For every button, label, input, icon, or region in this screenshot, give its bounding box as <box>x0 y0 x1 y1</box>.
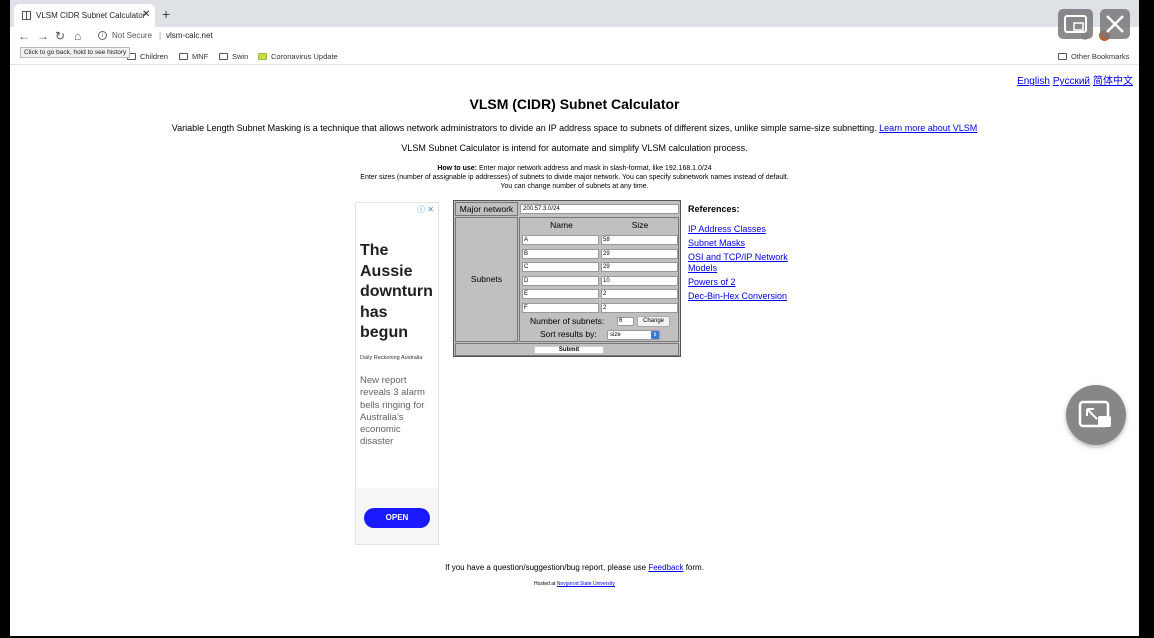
number-of-subnets-input[interactable]: 6 <box>617 317 634 326</box>
folder-icon <box>179 53 188 60</box>
page-title: VLSM (CIDR) Subnet Calculator <box>469 96 680 112</box>
subnet-size-input[interactable]: 29 <box>601 248 678 259</box>
folder-icon <box>219 53 228 60</box>
sort-select[interactable]: size ⇕ <box>607 330 660 340</box>
subnet-size-input[interactable]: 2 <box>601 289 678 299</box>
ad-open-button[interactable]: OPEN <box>364 508 430 528</box>
subnet-row: E2 <box>522 288 678 300</box>
intro-text-2: VLSM Subnet Calculator is intend for aut… <box>401 143 748 153</box>
other-bookmarks[interactable]: Other Bookmarks <box>1058 52 1129 61</box>
subnet-row: A 58 <box>522 234 678 246</box>
subnet-size-input[interactable]: 2 <box>601 302 678 313</box>
subnet-name-input[interactable]: B <box>522 248 599 259</box>
address-bar[interactable]: vlsm-calc.net <box>166 31 213 40</box>
page-favicon-icon <box>22 11 31 20</box>
subnet-row: B 29 <box>522 248 678 260</box>
subnet-row: C 29 <box>522 261 678 273</box>
ad-choices-icon[interactable]: ⓘ ✕ <box>417 204 434 215</box>
bookmark-swin[interactable]: Swin <box>219 52 248 61</box>
major-network-row: Major network 200.57.3.0/24 <box>455 202 679 216</box>
info-icon[interactable]: i <box>98 31 107 40</box>
new-tab-button[interactable]: + <box>162 6 170 22</box>
submit-row: Submit <box>455 343 679 356</box>
ref-osi-tcpip-link[interactable]: OSI and TCP/IP Network Models <box>688 252 803 273</box>
subnet-name-input[interactable]: F <box>522 302 599 313</box>
close-tab-icon[interactable]: ✕ <box>142 9 150 20</box>
size-header: Size <box>631 220 649 230</box>
language-switcher: English Русский 简体中文 <box>1014 72 1133 87</box>
page-content: English Русский 简体中文 VLSM (CIDR) Subnet Ca… <box>10 65 1139 636</box>
subnets-label: Subnets <box>455 217 518 342</box>
ref-dec-bin-hex-link[interactable]: Dec-Bin-Hex Conversion <box>688 291 803 302</box>
select-arrows-icon: ⇕ <box>651 331 659 339</box>
ad-source: Daily Reckoning Australia <box>360 355 423 361</box>
bookmark-coronavirus-update[interactable]: Coronavirus Update <box>258 52 338 61</box>
number-of-subnets-row: Number of subnets: 6 Change <box>520 315 680 327</box>
subnet-name-input[interactable]: E <box>522 289 599 299</box>
bookmarks-bar: Children MNF Swin Coronavirus Update Oth… <box>10 46 1139 65</box>
browser-window: VLSM CIDR Subnet Calculator ✕ + ← → ↻ ⌂ … <box>10 0 1139 636</box>
lang-russian-link[interactable]: Русский <box>1053 76 1090 87</box>
footer-text: If you have a question/suggestion/bug re… <box>445 563 704 572</box>
sort-row: Sort results by: size ⇕ <box>520 329 680 341</box>
back-tooltip: Click to go back, hold to see history <box>20 47 131 58</box>
ad-headline[interactable]: The Aussie downturn has begun <box>360 241 438 344</box>
subnet-name-input[interactable]: D <box>522 275 599 286</box>
sort-select-value: size <box>610 332 621 338</box>
number-of-subnets-label: Number of subnets: <box>530 316 605 326</box>
browser-toolbar: ← → ↻ ⌂ i Not Secure | vlsm-calc.net <box>10 27 1139 46</box>
bookmark-site-icon <box>258 53 267 60</box>
subnet-size-input[interactable]: 10 <box>601 275 678 286</box>
forward-arrow-icon[interactable]: → <box>37 29 49 43</box>
security-indicator[interactable]: Not Secure <box>112 31 152 40</box>
pip-icon <box>1064 15 1087 33</box>
ref-powers-of-2-link[interactable]: Powers of 2 <box>688 277 803 288</box>
intro-text: Variable Length Subnet Masking is a tech… <box>171 123 978 133</box>
reload-icon[interactable]: ↻ <box>55 29 65 43</box>
folder-icon <box>1058 53 1067 60</box>
feedback-link[interactable]: Feedback <box>648 563 683 572</box>
how-to-text: How to use: Enter major network address … <box>360 165 789 190</box>
picture-in-picture-button[interactable] <box>1058 9 1093 39</box>
tab-title: VLSM CIDR Subnet Calculator <box>36 11 146 20</box>
name-header: Name <box>550 220 573 230</box>
submit-button[interactable]: Submit <box>534 346 604 354</box>
advertisement[interactable]: ⓘ ✕ The Aussie downturn has begun Daily … <box>355 202 439 545</box>
ref-subnet-masks-link[interactable]: Subnet Masks <box>688 238 803 249</box>
subnet-row: F2 <box>522 302 678 314</box>
references-title: References: <box>688 204 740 214</box>
ad-body[interactable]: New report reveals 3 alarm bells ringing… <box>360 375 436 449</box>
bookmark-mnf[interactable]: MNF <box>179 52 208 61</box>
sort-label: Sort results by: <box>540 329 597 339</box>
subnet-name-input[interactable]: A <box>522 235 599 245</box>
subnet-size-input[interactable]: 58 <box>601 235 678 245</box>
exit-pip-icon <box>1078 400 1111 428</box>
subnet-size-input[interactable]: 29 <box>601 262 678 272</box>
exit-pip-button[interactable] <box>1066 385 1126 445</box>
subnet-row: D 10 <box>522 275 678 287</box>
lang-english-link[interactable]: English <box>1017 76 1050 87</box>
major-network-input[interactable]: 200.57.3.0/24 <box>520 204 679 214</box>
home-icon[interactable]: ⌂ <box>74 29 81 43</box>
major-network-label: Major network <box>455 202 518 216</box>
references: References: IP Address Classes Subnet Ma… <box>688 204 803 305</box>
bookmark-children[interactable]: Children <box>127 52 168 61</box>
calculator-form: Major network 200.57.3.0/24 Subnets Name… <box>453 200 681 357</box>
learn-more-link[interactable]: Learn more about VLSM <box>879 123 977 133</box>
lang-chinese-link[interactable]: 简体中文 <box>1093 76 1133 87</box>
tab-strip: VLSM CIDR Subnet Calculator ✕ + <box>10 0 1139 27</box>
close-icon <box>1106 15 1124 33</box>
back-arrow-icon[interactable]: ← <box>18 29 30 43</box>
subnet-name-input[interactable]: C <box>522 262 599 272</box>
change-button[interactable]: Change <box>637 316 670 327</box>
overlay-close-button[interactable] <box>1100 9 1130 39</box>
hosted-text: Hosted at Novgorod State University <box>534 581 615 587</box>
host-link[interactable]: Novgorod State University <box>557 581 615 587</box>
subnets-table: Name Size A 58 B 29 C 29 D 10 E2 F2 Number o… <box>519 217 679 342</box>
tab-vlsm[interactable]: VLSM CIDR Subnet Calculator ✕ <box>14 4 155 27</box>
address-separator: | <box>159 31 162 40</box>
ref-ip-address-classes-link[interactable]: IP Address Classes <box>688 224 803 235</box>
